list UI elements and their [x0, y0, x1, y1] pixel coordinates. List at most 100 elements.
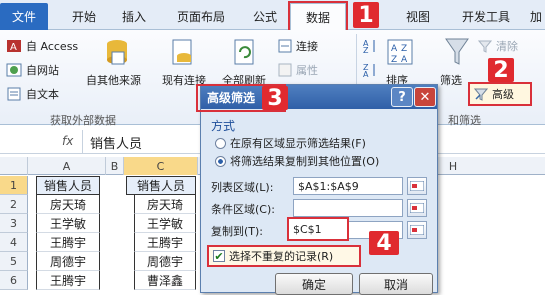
step-badge-4: 4 [369, 231, 399, 256]
from-text-label: 自文本 [26, 88, 59, 101]
step-badge-2: 2 [488, 58, 514, 83]
group-label-external-data: 获取外部数据 [50, 114, 116, 127]
cell-c5[interactable]: 周德宇 [134, 252, 196, 271]
from-web-label: 自网站 [26, 64, 59, 77]
radio-circle [215, 137, 226, 149]
select-all-corner[interactable] [0, 157, 28, 175]
web-icon [6, 63, 22, 77]
tab-formulas[interactable]: 公式 [246, 6, 284, 26]
tab-home[interactable]: 开始 [62, 6, 106, 26]
from-access-button[interactable]: A 自 Access [6, 38, 78, 54]
row-header[interactable]: 1 [0, 176, 28, 195]
group-label-sort-filter: 和筛选 [448, 114, 481, 127]
column-header-h[interactable]: H [438, 157, 468, 175]
cell-a2[interactable]: 房天琦 [36, 195, 100, 214]
connections-label: 连接 [296, 40, 318, 53]
unique-records-checkbox[interactable]: ✔ 选择不重复的记录(R) [207, 245, 361, 267]
unique-records-label: 选择不重复的记录(R) [229, 250, 334, 263]
copy-to-label: 复制到(T): [211, 225, 264, 238]
column-header-c[interactable]: C [124, 157, 198, 175]
cell-c1[interactable]: 销售人员 [126, 176, 196, 195]
cell-c6[interactable]: 曹泽鑫 [134, 271, 196, 290]
row-header[interactable]: 5 [0, 252, 28, 271]
cell-c4[interactable]: 王腾宇 [134, 233, 196, 252]
properties-button[interactable]: 属性 [278, 62, 318, 78]
tab-developer[interactable]: 开发工具 [454, 6, 518, 26]
cell-a3[interactable]: 王学敏 [36, 214, 100, 233]
cell-a5[interactable]: 周德宇 [36, 252, 100, 271]
criteria-range-label: 条件区域(C): [211, 203, 275, 216]
svg-text:A: A [10, 42, 17, 53]
sort-az-icon: AZ [363, 39, 375, 54]
range-picker-icon[interactable] [407, 199, 427, 217]
list-range-label: 列表区域(L): [211, 181, 274, 194]
refresh-icon [234, 39, 254, 65]
radio-copy-to[interactable]: 将筛选结果复制到其他位置(O) [215, 153, 379, 169]
advanced-filter-button[interactable]: 高级 [468, 82, 532, 106]
formula-input[interactable]: 销售人员 [90, 133, 142, 152]
cell-c3[interactable]: 王学敏 [134, 214, 196, 233]
column-header-a[interactable]: A [28, 157, 106, 175]
tab-insert[interactable]: 插入 [114, 6, 154, 26]
advanced-filter-dialog: 高级筛选 ? ✕ 方式 在原有区域显示筛选结果(F) 将筛选结果复制到其他位置(… [200, 84, 438, 295]
connections-icon [278, 39, 292, 53]
step-badge-1: 1 [353, 2, 379, 28]
connections-button[interactable]: 连接 [278, 38, 318, 54]
text-file-icon [7, 87, 21, 101]
cell-a4[interactable]: 王腾宇 [36, 233, 100, 252]
clear-button[interactable]: 清除 [478, 38, 518, 54]
sort-icon: A ZZ A [387, 39, 413, 65]
other-sources-button[interactable]: 自其他来源 [86, 72, 141, 88]
svg-text:A: A [363, 70, 369, 78]
range-picker-icon[interactable] [407, 177, 427, 195]
svg-text:Z: Z [401, 44, 407, 54]
row-header[interactable]: 3 [0, 214, 28, 233]
cell-a6[interactable]: 王腾宇 [36, 271, 100, 290]
clear-filter-icon [478, 40, 492, 53]
tab-data[interactable]: 数据 [288, 1, 348, 33]
range-picker-icon[interactable] [407, 221, 427, 239]
close-icon[interactable]: ✕ [414, 87, 436, 107]
sort-za-icon: ZA [363, 63, 375, 78]
clear-label: 清除 [496, 40, 518, 53]
svg-text:A: A [391, 44, 398, 54]
tab-view[interactable]: 视图 [400, 6, 436, 26]
tab-file[interactable]: 文件 [0, 3, 48, 30]
radio-in-place-label: 在原有区域显示筛选结果(F) [230, 137, 366, 150]
access-icon: A [7, 40, 21, 53]
filter-icon [445, 38, 469, 65]
tab-more[interactable]: 加 [526, 6, 545, 26]
from-text-button[interactable]: 自文本 [6, 86, 59, 102]
ok-button[interactable]: 确定 [275, 273, 353, 295]
radio-copy-to-label: 将筛选结果复制到其他位置(O) [230, 155, 380, 168]
fx-icon[interactable]: fx [62, 134, 73, 148]
cancel-button[interactable]: 取消 [359, 273, 433, 295]
row-header[interactable]: 6 [0, 271, 28, 290]
cell-a1[interactable]: 销售人员 [36, 176, 100, 195]
row-header[interactable]: 4 [0, 233, 28, 252]
radio-in-place[interactable]: 在原有区域显示筛选结果(F) [215, 135, 366, 151]
mode-section-label: 方式 [211, 119, 236, 133]
advanced-filter-icon [474, 88, 488, 101]
copy-to-value[interactable]: $C$1 [287, 217, 349, 241]
properties-icon [278, 63, 292, 77]
advanced-filter-label: 高级 [492, 88, 514, 101]
filter-button[interactable]: 筛选 [440, 72, 462, 88]
column-header-b[interactable]: B [106, 157, 124, 175]
svg-text:Z: Z [391, 55, 397, 65]
from-web-button[interactable]: 自网站 [6, 62, 59, 78]
help-icon[interactable]: ? [391, 87, 413, 107]
radio-circle-selected [215, 155, 226, 167]
checkbox-check-icon: ✔ [213, 249, 225, 263]
properties-label: 属性 [296, 64, 318, 77]
svg-text:Z: Z [363, 46, 369, 54]
row-header[interactable]: 2 [0, 195, 28, 214]
cell-c2[interactable]: 房天琦 [134, 195, 196, 214]
tab-page-layout[interactable]: 页面布局 [166, 6, 236, 26]
list-range-input[interactable]: $A$1:$A$9 [293, 177, 403, 195]
database-icon [107, 40, 127, 65]
formula-bar-divider [82, 130, 83, 154]
criteria-range-input[interactable] [293, 199, 403, 217]
svg-text:A: A [401, 55, 408, 65]
step-badge-3: 3 [262, 86, 288, 111]
